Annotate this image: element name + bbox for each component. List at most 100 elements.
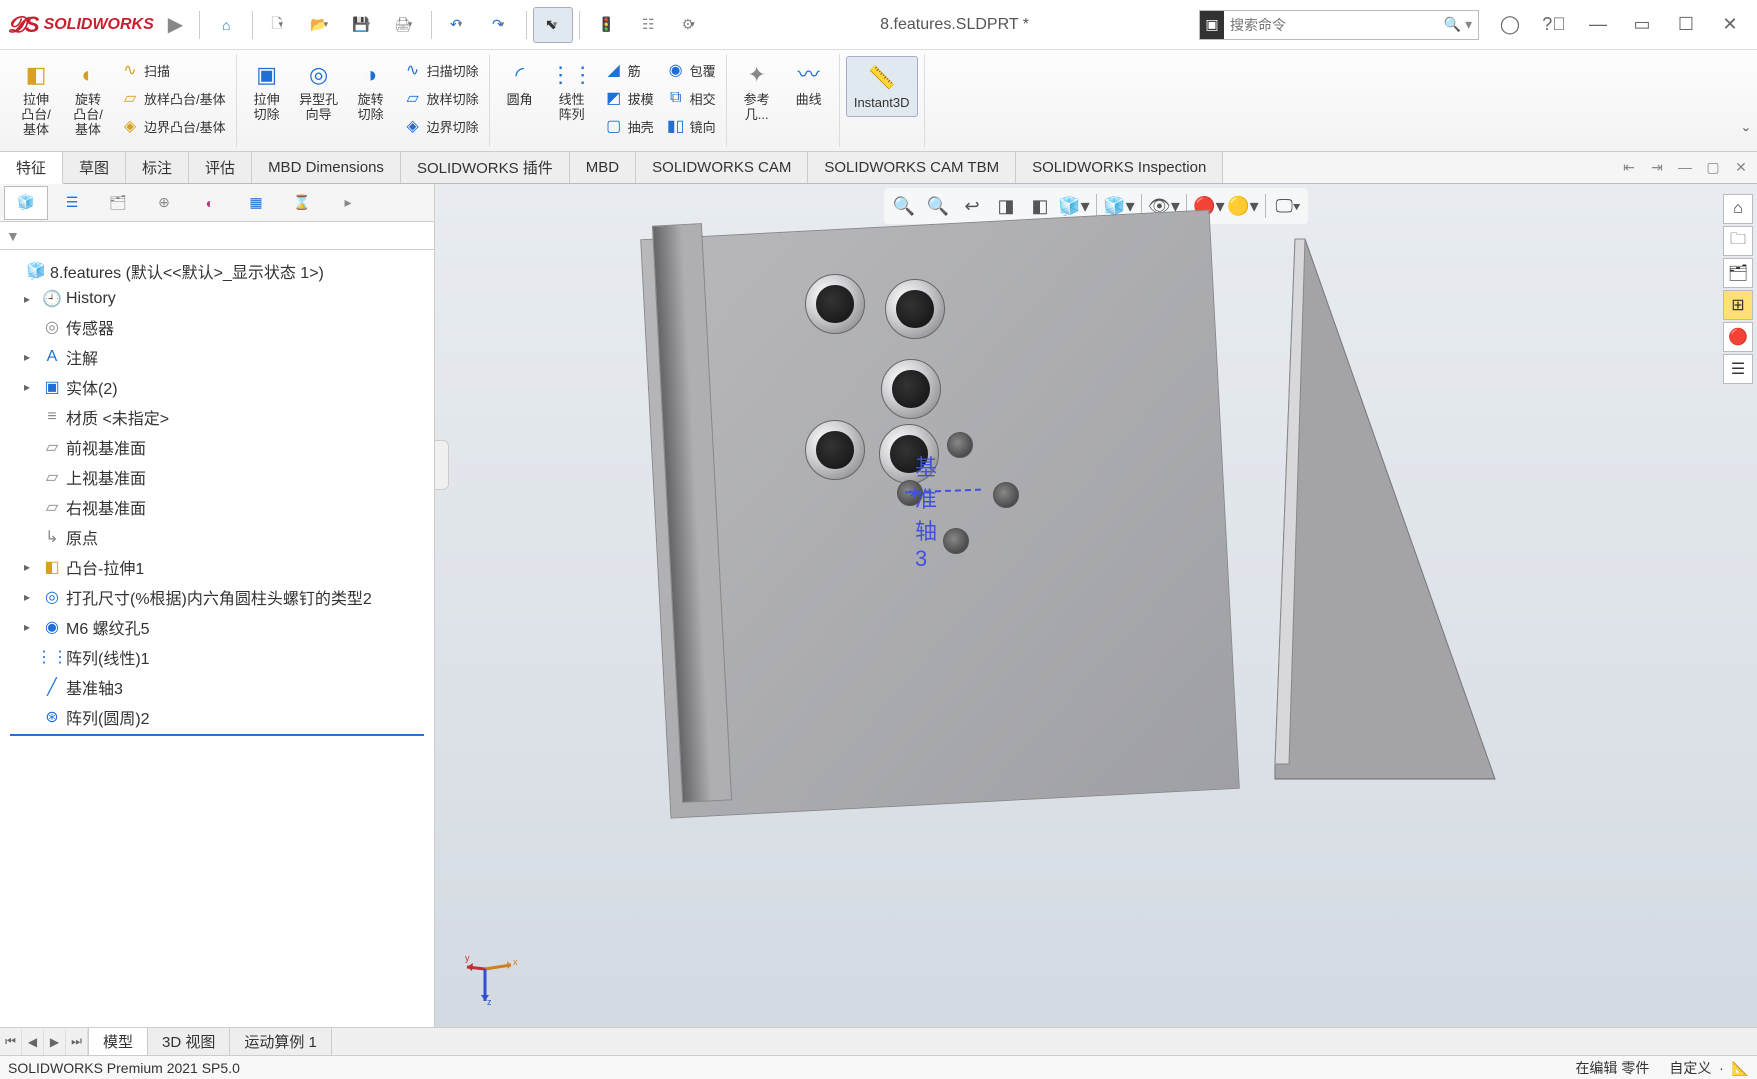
loft-button[interactable]: ▱放样凸台/基体 (116, 84, 230, 112)
tab-3dview[interactable]: 3D 视图 (148, 1028, 230, 1055)
rib-button[interactable]: ◢筋 (600, 56, 658, 84)
nav-first-icon[interactable]: ⏮ (0, 1029, 22, 1055)
zoom-area-icon[interactable]: 🔍 (922, 192, 954, 220)
tab-evaluate[interactable]: 评估 (189, 152, 252, 183)
save-button[interactable]: 💾▾ (343, 7, 383, 43)
shell-button[interactable]: ▢抽壳 (600, 112, 658, 140)
tab-model[interactable]: 模型 (89, 1028, 148, 1055)
undo-button[interactable]: ↶▾ (438, 7, 478, 43)
expand-panel-icon[interactable]: ⇤ (1617, 155, 1641, 179)
tree-linear-pattern: ⋮⋮阵列(线性)1 (4, 642, 430, 672)
options-button[interactable]: ☷ (628, 7, 668, 43)
custom-props-icon[interactable]: ☰ (1723, 354, 1753, 384)
tab-cam-tbm[interactable]: SOLIDWORKS CAM TBM (808, 152, 1016, 183)
loft-cut-button[interactable]: ▱放样切除 (399, 84, 483, 112)
wrap-button[interactable]: ◉包覆 (662, 56, 720, 84)
feature-tree-tab[interactable]: 🧊 (4, 186, 48, 220)
curves-button[interactable]: 〰曲线 (785, 56, 833, 107)
tab-annotate[interactable]: 标注 (126, 152, 189, 183)
measure-icon[interactable]: 📐 (1732, 1060, 1749, 1076)
home-button[interactable]: ⌂ (206, 7, 246, 43)
draft-button[interactable]: ◩拔模 (600, 84, 658, 112)
tab-motion[interactable]: 运动算例 1 (230, 1028, 332, 1055)
overflow-tab[interactable]: ▸ (326, 186, 370, 220)
maximize-button[interactable]: ☐ (1667, 10, 1705, 40)
cam-ops-tab[interactable]: ⌛ (280, 186, 324, 220)
extrude-cut-button[interactable]: ▣拉伸切除 (243, 56, 291, 122)
tab-inspection[interactable]: SOLIDWORKS Inspection (1016, 152, 1223, 183)
dimxpert-tab[interactable]: ⊕ (142, 186, 186, 220)
nav-next-icon[interactable]: ▶ (44, 1029, 66, 1055)
sweep-button[interactable]: ∿扫描 (116, 56, 230, 84)
revolve-cut-button[interactable]: ◑旋转切除 (347, 56, 395, 122)
nav-last-icon[interactable]: ⏭ (66, 1029, 88, 1055)
minimize-button[interactable]: — (1579, 10, 1617, 40)
doc-restore-icon[interactable]: ▢ (1701, 155, 1725, 179)
play-icon[interactable]: ▶ (168, 12, 183, 37)
part-icon: 🧊 (26, 261, 46, 281)
intersect-button[interactable]: ⧉相交 (662, 84, 720, 112)
section-view-icon[interactable]: ◨ (990, 192, 1022, 220)
user-icon[interactable]: ◯ (1491, 10, 1529, 40)
appearances-icon[interactable]: 🔴 (1723, 322, 1753, 352)
hole-wizard-button[interactable]: ◎异型孔向导 (295, 56, 343, 122)
tree-filter-bar[interactable]: ▼ (0, 222, 434, 250)
file-explorer-icon[interactable]: 🗂 (1723, 258, 1753, 288)
boundary-cut-button[interactable]: ◈边界切除 (399, 112, 483, 140)
search-icon[interactable]: 🔍 ▾ (1438, 16, 1478, 33)
tab-feature[interactable]: 特征 (0, 152, 63, 184)
select-button[interactable]: ⬉▾ (533, 7, 573, 43)
custom-label[interactable]: 自定义 (1669, 1060, 1711, 1076)
linear-pattern-button[interactable]: ⋮⋮线性阵列 (548, 56, 596, 122)
dynamic-annotation-icon[interactable]: ◧ (1024, 192, 1056, 220)
new-button[interactable]: 🗋▾ (259, 7, 299, 43)
sweep-cut-button[interactable]: ∿扫描切除 (399, 56, 483, 84)
mirror-button[interactable]: ▮▯镜向 (662, 112, 720, 140)
panel-collapse-handle[interactable] (435, 440, 449, 490)
redo-button[interactable]: ↷▾ (480, 7, 520, 43)
doc-minimize-icon[interactable]: — (1673, 155, 1697, 179)
tab-plugins[interactable]: SOLIDWORKS 插件 (401, 152, 570, 183)
sw-resources-icon[interactable]: ⌂ (1723, 194, 1753, 224)
expand-panel2-icon[interactable]: ⇥ (1645, 155, 1669, 179)
view-settings-icon[interactable]: 🖵▾ (1272, 192, 1304, 220)
design-library-icon[interactable]: 🗀 (1723, 226, 1753, 256)
rebuild-button[interactable]: 🚦 (586, 7, 626, 43)
view-palette-icon[interactable]: ⊞ (1723, 290, 1753, 320)
doc-close-icon[interactable]: ✕ (1729, 155, 1753, 179)
feature-tree[interactable]: 🧊8.features (默认<<默认>_显示状态 1>) ▸🕘History … (0, 250, 434, 1027)
previous-view-icon[interactable]: ↩ (956, 192, 988, 220)
cpattern-icon: ⊛ (42, 707, 62, 727)
instant3d-button[interactable]: 📏Instant3D (846, 56, 918, 117)
nav-prev-icon[interactable]: ◀ (22, 1029, 44, 1055)
collapse-ribbon-icon[interactable]: ˇ (1743, 126, 1749, 147)
svg-text:z: z (487, 997, 492, 1007)
close-button[interactable]: ✕ (1711, 10, 1749, 40)
zoom-fit-icon[interactable]: 🔍 (888, 192, 920, 220)
command-search[interactable]: ▣ 🔍 ▾ (1199, 10, 1479, 40)
scene-icon[interactable]: 🟡▾ (1227, 192, 1259, 220)
tab-mbd-dim[interactable]: MBD Dimensions (252, 152, 401, 183)
tab-cam[interactable]: SOLIDWORKS CAM (636, 152, 808, 183)
help-icon[interactable]: ?⃝ (1535, 10, 1573, 40)
extrude-boss-button[interactable]: ◧拉伸凸台/基体 (12, 56, 60, 137)
tab-sketch[interactable]: 草图 (63, 152, 126, 183)
ref-geometry-button[interactable]: ✦参考几... (733, 56, 781, 122)
revolve-boss-button[interactable]: ◐旋转凸台/基体 (64, 56, 112, 137)
open-button[interactable]: 📂▾ (301, 7, 341, 43)
display-manager-tab[interactable]: ◐ (188, 186, 232, 220)
property-manager-tab[interactable]: ☰ (50, 186, 94, 220)
viewport-3d[interactable]: 🔍 🔍 ↩ ◨ ◧ 🧊▾ 🧊▾ 👁▾ 🔴▾ 🟡▾ 🖵▾ (435, 184, 1757, 1027)
settings-button[interactable]: ⚙▾ (670, 7, 710, 43)
print-button[interactable]: 🖨▾ (385, 7, 425, 43)
boundary-button[interactable]: ◈边界凸台/基体 (116, 112, 230, 140)
tab-mbd[interactable]: MBD (570, 152, 636, 183)
search-input[interactable] (1224, 17, 1438, 33)
task-pane: ⌂ 🗀 🗂 ⊞ 🔴 ☰ (1723, 194, 1755, 384)
cam-tree-tab[interactable]: ▦ (234, 186, 278, 220)
material-icon: ≡ (42, 407, 62, 427)
fillet-button[interactable]: ◜圆角 (496, 56, 544, 107)
config-manager-tab[interactable]: 🗂 (96, 186, 140, 220)
restore-button[interactable]: ▭ (1623, 10, 1661, 40)
rollback-bar[interactable] (10, 734, 424, 736)
